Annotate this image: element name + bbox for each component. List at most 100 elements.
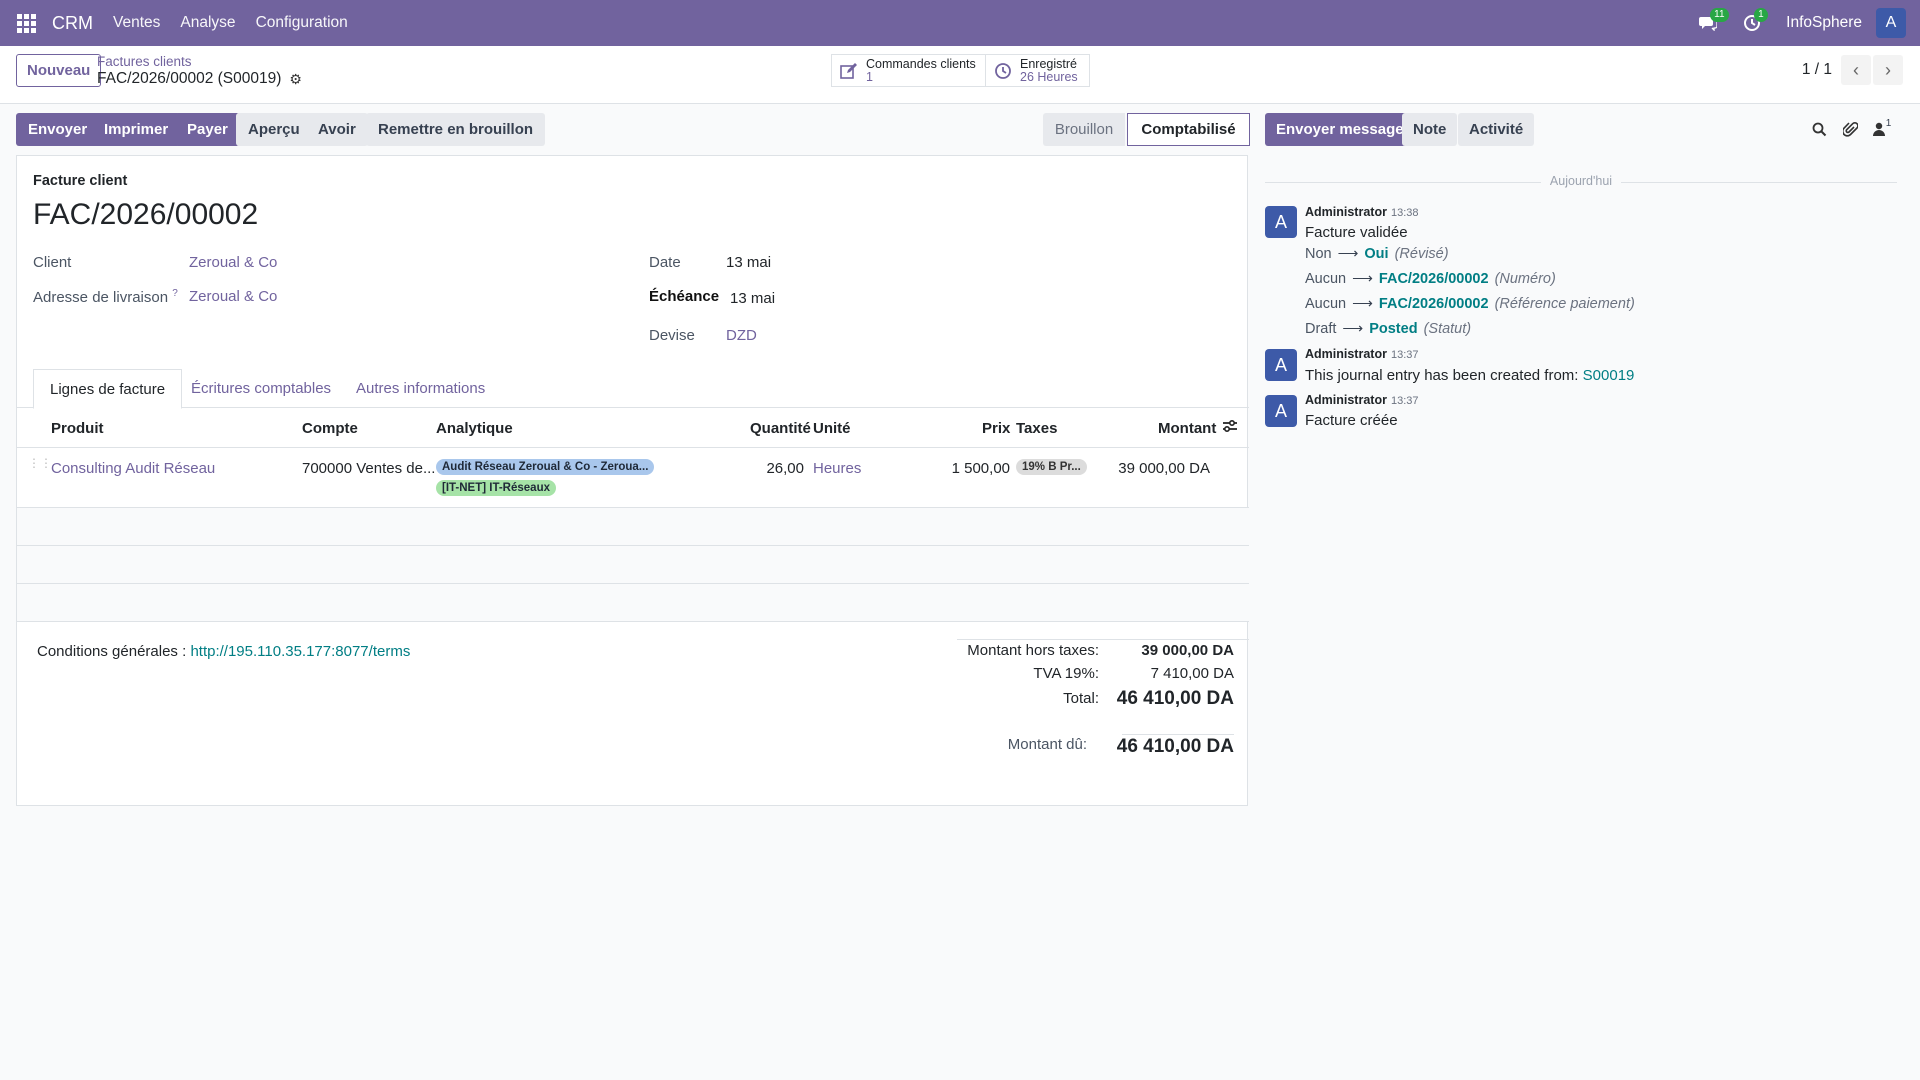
line-product[interactable]: Consulting Audit Réseau bbox=[51, 460, 215, 477]
avatar[interactable]: A bbox=[1265, 395, 1297, 427]
message-time: 13:37 bbox=[1390, 349, 1419, 361]
message-body: This journal entry has been created from… bbox=[1305, 367, 1634, 384]
avatar[interactable]: A bbox=[1265, 206, 1297, 238]
currency-label: Devise bbox=[649, 327, 695, 344]
tab-journal-items[interactable]: Écritures comptables bbox=[191, 369, 331, 408]
status-posted[interactable]: Comptabilisé bbox=[1127, 113, 1250, 146]
help-tooltip-icon[interactable]: ? bbox=[172, 288, 178, 299]
terms-label: Conditions générales : bbox=[37, 643, 187, 660]
status-draft[interactable]: Brouillon bbox=[1043, 113, 1125, 146]
company-switcher[interactable]: InfoSphere bbox=[1786, 14, 1862, 32]
arrow-right-icon: ⟶ bbox=[1342, 321, 1364, 337]
pager-counter[interactable]: 1 / 1 bbox=[1802, 61, 1832, 79]
empty-row[interactable] bbox=[17, 508, 1249, 546]
tracking-field: (Référence paiement) bbox=[1494, 296, 1635, 312]
edit-icon bbox=[832, 62, 866, 79]
reset-to-draft-button[interactable]: Remettre en brouillon bbox=[366, 113, 546, 146]
tracking-new: FAC/2026/00002 bbox=[1378, 271, 1489, 287]
source-order-link[interactable]: S00019 bbox=[1583, 367, 1635, 384]
drag-handle-icon[interactable]: ⋮⋮ bbox=[28, 457, 52, 469]
tracking-line: Aucun ⟶ FAC/2026/00002 (Numéro) bbox=[1305, 271, 1556, 287]
followers-icon[interactable]: 1 bbox=[1871, 118, 1893, 140]
table-row[interactable]: ⋮⋮ Consulting Audit Réseau 700000 Ventes… bbox=[17, 448, 1249, 508]
print-button[interactable]: Imprimer bbox=[92, 113, 181, 146]
tab-invoice-lines[interactable]: Lignes de facture bbox=[33, 369, 183, 409]
tax-tag[interactable]: 19% B Pr... bbox=[1016, 459, 1087, 475]
client-field[interactable]: Zeroual & Co bbox=[189, 254, 277, 271]
date-field[interactable]: 13 mai bbox=[726, 254, 771, 271]
avatar[interactable]: A bbox=[1265, 349, 1297, 381]
pager-previous-icon[interactable]: ‹ bbox=[1841, 55, 1871, 85]
empty-row[interactable] bbox=[17, 584, 1249, 622]
messaging-icon[interactable]: 11 bbox=[1688, 0, 1729, 46]
send-message-button[interactable]: Envoyer message bbox=[1265, 113, 1415, 146]
smart-button-sale-orders[interactable]: Commandes clients 1 bbox=[831, 54, 986, 87]
menu-configuration[interactable]: Configuration bbox=[256, 14, 348, 32]
totals-separator bbox=[957, 639, 1249, 640]
breadcrumb-current-label: FAC/2026/00002 (S00019) bbox=[97, 70, 282, 87]
user-avatar[interactable]: A bbox=[1876, 8, 1906, 38]
col-account[interactable]: Compte bbox=[302, 420, 358, 437]
breadcrumb-parent[interactable]: Factures clients bbox=[97, 54, 192, 69]
tracking-old: Draft bbox=[1305, 321, 1337, 337]
date-separator-today: Aujourd'hui bbox=[1265, 174, 1897, 190]
col-taxes[interactable]: Taxes bbox=[1016, 420, 1057, 437]
pay-button[interactable]: Payer bbox=[175, 113, 240, 146]
optional-columns-icon[interactable] bbox=[1222, 418, 1238, 438]
col-analytic[interactable]: Analytique bbox=[436, 420, 513, 437]
tab-other-info[interactable]: Autres informations bbox=[356, 369, 485, 408]
tracking-field: (Numéro) bbox=[1494, 271, 1556, 287]
message-time: 13:37 bbox=[1390, 395, 1419, 407]
client-label: Client bbox=[33, 254, 72, 271]
new-button[interactable]: Nouveau bbox=[16, 54, 102, 87]
smart-button-timesheet[interactable]: Enregistré 26 Heures bbox=[985, 54, 1090, 87]
author-name[interactable]: Administrator bbox=[1305, 205, 1387, 219]
credit-note-button[interactable]: Avoir bbox=[306, 113, 368, 146]
apps-menu-icon[interactable] bbox=[0, 0, 52, 46]
col-quantity[interactable]: Quantité bbox=[750, 420, 811, 437]
tracking-old: Non bbox=[1305, 246, 1332, 262]
log-note-button[interactable]: Note bbox=[1402, 113, 1458, 146]
invoice-type-label: Facture client bbox=[33, 173, 128, 189]
col-unit[interactable]: Unité bbox=[813, 420, 851, 437]
empty-row[interactable] bbox=[17, 546, 1249, 584]
activities-clock-icon[interactable]: 1 bbox=[1732, 0, 1772, 46]
untaxed-label: Montant hors taxes: bbox=[967, 642, 1099, 659]
currency-field[interactable]: DZD bbox=[726, 327, 757, 344]
due-date-field[interactable]: 13 mai bbox=[730, 290, 775, 307]
author-name[interactable]: Administrator bbox=[1305, 347, 1387, 361]
analytic-tag-itnet[interactable]: [IT-NET] IT-Réseaux bbox=[436, 480, 556, 496]
paperclip-icon[interactable] bbox=[1839, 118, 1861, 140]
smart-button-timesheet-value: 26 Heures bbox=[1020, 69, 1078, 84]
arrow-right-icon: ⟶ bbox=[1352, 271, 1373, 287]
message-author: Administrator 13:37 bbox=[1305, 393, 1418, 407]
col-amount[interactable]: Montant bbox=[1158, 420, 1216, 437]
gear-icon[interactable]: ⚙ bbox=[289, 71, 302, 88]
message-body: Facture créée bbox=[1305, 412, 1398, 429]
analytic-tag-audit[interactable]: Audit Réseau Zeroual & Co - Zeroua... bbox=[436, 459, 655, 475]
menu-analyse[interactable]: Analyse bbox=[180, 14, 235, 32]
send-button[interactable]: Envoyer bbox=[16, 113, 100, 146]
app-name[interactable]: CRM bbox=[52, 13, 93, 34]
line-price[interactable]: 1 500,00 bbox=[920, 460, 1010, 477]
col-price[interactable]: Prix bbox=[982, 420, 1010, 437]
activity-button[interactable]: Activité bbox=[1458, 113, 1535, 146]
search-icon[interactable] bbox=[1808, 118, 1830, 140]
smart-button-sale-orders-value: 1 bbox=[866, 69, 873, 84]
delivery-address-label: Adresse de livraison ? bbox=[33, 288, 178, 306]
line-unit[interactable]: Heures bbox=[813, 460, 861, 477]
amount-due-label: Montant dû: bbox=[1007, 736, 1087, 753]
clock-icon bbox=[986, 62, 1020, 80]
col-product[interactable]: Produit bbox=[51, 420, 104, 437]
line-quantity[interactable]: 26,00 bbox=[734, 460, 804, 477]
amount-due: 46 410,00 DA bbox=[1116, 736, 1234, 757]
menu-ventes[interactable]: Ventes bbox=[113, 14, 160, 32]
invoice-sheet: Facture client FAC/2026/00002 Client Zer… bbox=[16, 155, 1249, 806]
terms-link[interactable]: http://195.110.35.177:8077/terms bbox=[190, 643, 410, 660]
author-name[interactable]: Administrator bbox=[1305, 393, 1387, 407]
pager-next-icon[interactable]: › bbox=[1873, 55, 1903, 85]
delivery-address-field[interactable]: Zeroual & Co bbox=[189, 288, 277, 305]
preview-button[interactable]: Aperçu bbox=[236, 113, 312, 146]
line-account[interactable]: 700000 Ventes de... bbox=[302, 460, 435, 477]
tracking-new: Oui bbox=[1364, 246, 1389, 262]
